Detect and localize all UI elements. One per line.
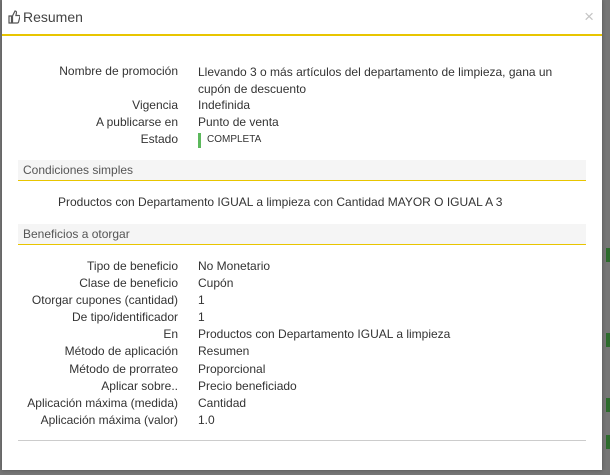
benefit-row: Método de prorrateo Proporcional <box>2 362 602 379</box>
benefit-label: Tipo de beneficio <box>87 259 178 273</box>
conditions-section-header: Condiciones simples <box>18 160 586 181</box>
modal-title: Resumen <box>23 9 83 25</box>
benefit-row: Clase de beneficio Cupón <box>2 276 602 293</box>
thumbs-up-icon <box>8 10 20 24</box>
status-badge: COMPLETA <box>207 134 262 145</box>
publish-row: A publicarse en Punto de venta <box>2 115 602 132</box>
status-row: Estado <box>2 132 602 149</box>
benefit-value: 1 <box>198 310 205 324</box>
benefit-row: Aplicación máxima (valor) 1.0 <box>2 413 602 430</box>
benefit-label: En <box>163 327 178 341</box>
validity-row: Vigencia Indefinida <box>2 98 602 115</box>
benefit-label: Aplicación máxima (valor) <box>40 413 178 427</box>
benefit-label: Aplicar sobre.. <box>101 379 178 393</box>
conditions-section-title: Condiciones simples <box>23 163 134 177</box>
summary-modal: Resumen × Nombre de promoción Llevando 3… <box>2 0 602 470</box>
benefit-value: Cantidad <box>198 396 247 410</box>
benefit-value: Cupón <box>198 276 234 290</box>
benefit-value: Resumen <box>198 344 250 358</box>
benefit-row: De tipo/identificador 1 <box>2 310 602 327</box>
publish-value: Punto de venta <box>198 115 279 129</box>
benefit-value: 1.0 <box>198 413 215 427</box>
promo-name-value: Llevando 3 o más artículos del departame… <box>198 65 553 96</box>
benefit-row: Aplicar sobre.. Precio beneficiado <box>2 379 602 396</box>
benefit-value: No Monetario <box>198 259 271 273</box>
validity-value: Indefinida <box>198 98 251 112</box>
benefit-label: Método de aplicación <box>64 344 178 358</box>
status-indicator <box>198 133 201 148</box>
background-bar <box>606 333 610 347</box>
background-bar <box>606 398 610 412</box>
benefit-row: Tipo de beneficio No Monetario <box>2 259 602 276</box>
benefit-value: Proporcional <box>198 362 266 376</box>
condition-text: Productos con Departamento IGUAL a limpi… <box>58 195 503 209</box>
benefit-label: De tipo/identificador <box>71 310 178 324</box>
benefit-value: Precio beneficiado <box>198 379 297 393</box>
benefit-value: 1 <box>198 293 205 307</box>
benefit-label: Otorgar cupones (cantidad) <box>31 293 178 307</box>
background-bar <box>606 248 610 262</box>
benefit-row: Método de aplicación Resumen <box>2 344 602 361</box>
modal-divider <box>18 440 586 441</box>
benefit-value: Productos con Departamento IGUAL a limpi… <box>198 327 451 341</box>
modal-header: Resumen × <box>2 0 602 36</box>
benefit-label: Aplicación máxima (medida) <box>27 396 178 410</box>
benefit-row: En Productos con Departamento IGUAL a li… <box>2 327 602 344</box>
status-label: Estado <box>140 132 178 146</box>
background-bar <box>606 435 610 449</box>
benefits-section-header: Beneficios a otorgar <box>18 224 586 245</box>
close-button[interactable]: × <box>584 8 594 26</box>
benefit-row: Aplicación máxima (medida) Cantidad <box>2 396 602 413</box>
benefit-label: Clase de beneficio <box>79 276 178 290</box>
benefits-section-title: Beneficios a otorgar <box>23 227 130 241</box>
publish-label: A publicarse en <box>95 115 178 129</box>
benefit-row: Otorgar cupones (cantidad) 1 <box>2 293 602 310</box>
benefit-label: Método de prorrateo <box>69 362 178 376</box>
validity-label: Vigencia <box>132 98 178 112</box>
promo-name-label: Nombre de promoción <box>59 64 178 78</box>
